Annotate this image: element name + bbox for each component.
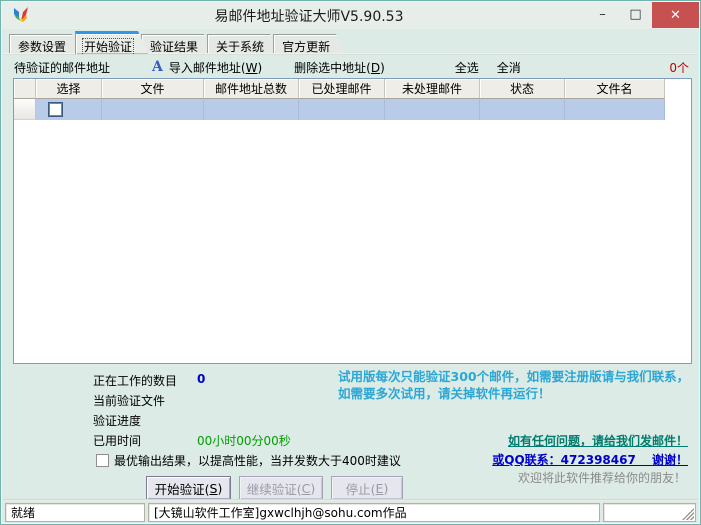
continue-verify-button: 继续验证(C) [239, 476, 323, 500]
start-verify-button[interactable]: 开始验证(S) [146, 476, 231, 500]
tab-official-update[interactable]: 官方更新 [273, 34, 346, 54]
contact-email-link[interactable]: 如有任何问题，请给我们发邮件！ [508, 432, 688, 449]
optimize-output-option[interactable]: 最优输出结果，以提高性能，当并发数大于400时建议 [96, 452, 401, 469]
deselect-all-button[interactable]: 全消 [497, 59, 521, 76]
optimize-checkbox[interactable] [96, 454, 109, 467]
window-controls: – □ ✕ [586, 2, 699, 29]
tab-verify-results[interactable]: 验证结果 [141, 34, 214, 54]
optimize-label: 最优输出结果，以提高性能，当并发数大于400时建议 [114, 454, 401, 468]
tab-strip: 参数设置 开始验证 验证结果 关于系统 官方更新 [9, 31, 692, 54]
table-row[interactable] [14, 99, 691, 120]
title-bar: 易邮件地址验证大师V5.90.53 – □ ✕ [2, 2, 699, 29]
address-count-badge: 0个 [669, 60, 689, 75]
status-empty-panel [603, 503, 696, 522]
minimize-button[interactable]: – [586, 2, 619, 26]
delete-selected-button[interactable]: 删除选中地址(D) [294, 59, 385, 76]
tab-start-verify[interactable]: 开始验证 [75, 31, 148, 54]
row-file-cell [102, 99, 204, 120]
grid-header-unprocessed[interactable]: 未处理邮件 [385, 79, 480, 99]
toolbar: 待验证的邮件地址 A 导入邮件地址(W) 删除选中地址(D) 全选 全消 0个 [14, 57, 689, 77]
app-logo-icon [14, 6, 28, 22]
import-addresses-button[interactable]: 导入邮件地址(W) [169, 59, 262, 76]
email-file-grid[interactable]: 选择 文件 邮件地址总数 已处理邮件 未处理邮件 状态 文件名 [13, 78, 692, 364]
recommend-text: 欢迎将此软件推荐给你的朋友！ [517, 471, 686, 485]
contact-qq-link[interactable]: 或QQ联系：472398467 谢谢！ [492, 451, 688, 468]
status-credit-panel: [大镜山软件工作室]gxwclhjh@sohu.com作品 [148, 503, 600, 522]
progress-label: 验证进度 [93, 414, 142, 428]
maximize-button[interactable]: □ [619, 2, 652, 26]
pending-list-label: 待验证的邮件地址 [14, 60, 111, 75]
import-a-icon: A [152, 59, 163, 75]
row-select-cell [36, 99, 102, 120]
row-unprocessed-cell [385, 99, 480, 120]
grid-header-row: 选择 文件 邮件地址总数 已处理邮件 未处理邮件 状态 文件名 [14, 79, 691, 99]
statusbar-separator [3, 499, 698, 501]
tab-parameter-settings[interactable]: 参数设置 [9, 34, 82, 54]
row-checkbox[interactable] [48, 102, 63, 117]
row-filename-cell [565, 99, 665, 120]
row-total-cell [204, 99, 299, 120]
row-processed-cell [299, 99, 385, 120]
select-all-button[interactable]: 全选 [455, 59, 479, 76]
elapsed-time-value: 00小时00分00秒 [197, 434, 291, 448]
row-header-stub [14, 99, 36, 120]
trial-notice: 试用版每次只能验证300个邮件，如需要注册版请与我们联系，如需要多次试用，请关掉… [338, 369, 690, 401]
grid-header-status[interactable]: 状态 [480, 79, 565, 99]
tab-about-system[interactable]: 关于系统 [207, 34, 280, 54]
window-title: 易邮件地址验证大师V5.90.53 [214, 8, 404, 25]
row-status-cell [480, 99, 565, 120]
grid-header-select[interactable]: 选择 [36, 79, 102, 99]
working-count-value: 0 [197, 372, 206, 386]
grid-header-processed[interactable]: 已处理邮件 [299, 79, 385, 99]
status-bar: 就绪 [大镜山软件工作室]gxwclhjh@sohu.com作品 [3, 502, 698, 523]
elapsed-time-label: 已用时间 [93, 434, 142, 448]
grid-header-stub [14, 79, 36, 99]
grid-header-total[interactable]: 邮件地址总数 [204, 79, 299, 99]
stop-button: 停止(E) [331, 476, 403, 500]
working-count-label: 正在工作的数目 [93, 374, 178, 388]
resize-grip[interactable] [682, 508, 694, 520]
status-ready-panel: 就绪 [5, 503, 145, 522]
grid-header-file[interactable]: 文件 [102, 79, 204, 99]
close-button[interactable]: ✕ [652, 2, 699, 28]
current-file-label: 当前验证文件 [93, 394, 166, 408]
grid-header-filename[interactable]: 文件名 [565, 79, 665, 99]
app-window: 易邮件地址验证大师V5.90.53 – □ ✕ 参数设置 开始验证 验证结果 关… [0, 0, 701, 525]
